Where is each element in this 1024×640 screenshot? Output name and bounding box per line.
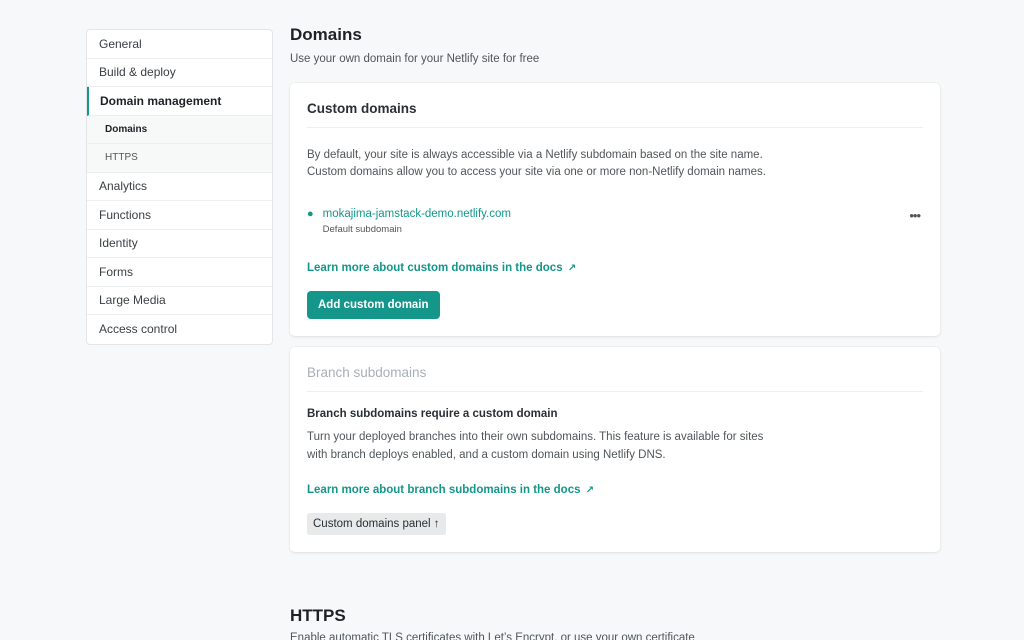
https-section-subtitle: Enable automatic TLS certificates with L… (290, 632, 695, 640)
sidebar-item-forms[interactable]: Forms (87, 258, 272, 287)
sidebar-item-label: Forms (99, 264, 133, 279)
branch-subdomains-card: Branch subdomains Branch subdomains requ… (290, 347, 940, 552)
custom-domains-panel-button[interactable]: Custom domains panel ↑ (307, 513, 446, 535)
branch-subdomains-docs-link[interactable]: Learn more about branch subdomains in th… (307, 484, 594, 496)
domain-label: Default subdomain (322, 224, 402, 235)
add-custom-domain-button[interactable]: Add custom domain (307, 291, 440, 319)
custom-domains-description-line1: By default, your site is always accessib… (307, 149, 763, 161)
custom-domains-description-line2: Custom domains allow you to access your … (307, 166, 766, 178)
page-subtitle: Use your own domain for your Netlify sit… (290, 53, 540, 65)
branch-subdomains-docs-link-label: Learn more about branch subdomains in th… (307, 484, 581, 496)
sidebar-item-general[interactable]: General (87, 30, 272, 59)
branch-subdomains-description-line2: with branch deploys enabled, and a custo… (307, 449, 666, 461)
branch-subdomains-description-line1: Turn your deployed branches into their o… (307, 431, 764, 443)
sidebar-item-domain-management[interactable]: Domain management (87, 87, 272, 116)
external-link-icon: ↗ (567, 263, 577, 274)
sidebar-item-label: General (99, 36, 142, 51)
domain-info: mokajima-jamstack-demo.netlify.com Defau… (323, 206, 511, 235)
more-options-icon[interactable]: ••• (909, 208, 921, 223)
domain-link[interactable]: mokajima-jamstack-demo.netlify.com (323, 206, 511, 222)
sidebar-subitem-domains[interactable]: Domains (87, 115, 272, 144)
sidebar-item-label: Functions (99, 207, 152, 222)
domain-entry: ● mokajima-jamstack-demo.netlify.com Def… (307, 206, 511, 235)
branch-subdomains-heading: Branch subdomains require a custom domai… (307, 408, 558, 420)
sidebar-subitem-label: HTTPS (105, 152, 138, 164)
custom-domains-card: Custom domains By default, your site is … (290, 83, 940, 336)
sidebar-item-label: Access control (99, 322, 178, 337)
sidebar-subitem-https[interactable]: HTTPS (87, 144, 272, 173)
sidebar-item-identity[interactable]: Identity (87, 230, 272, 258)
sidebar-item-label: Domain management (100, 93, 222, 108)
sidebar-item-label: Identity (99, 236, 138, 251)
bullet-icon: ● (307, 208, 314, 220)
sidebar-item-label: Large Media (99, 293, 166, 308)
sidebar-item-access-control[interactable]: Access control (87, 315, 272, 344)
domain-list-item: ● mokajima-jamstack-demo.netlify.com Def… (307, 206, 923, 235)
branch-subdomains-title: Branch subdomains (307, 365, 923, 392)
panel-button-row: Custom domains panel ↑ (307, 513, 923, 535)
add-domain-row: Add custom domain (307, 291, 923, 319)
external-link-icon: ↗ (585, 485, 595, 496)
main-content: Domains Use your own domain for your Net… (290, 25, 940, 563)
custom-domains-docs-link-label: Learn more about custom domains in the d… (307, 262, 563, 274)
sidebar-item-large-media[interactable]: Large Media (87, 287, 272, 315)
sidebar-item-analytics[interactable]: Analytics (87, 173, 272, 201)
sidebar-item-functions[interactable]: Functions (87, 201, 272, 230)
settings-sidebar: General Build & deploy Domain management… (86, 29, 273, 345)
https-section-title: HTTPS (290, 606, 346, 625)
page-title: Domains (290, 25, 362, 44)
custom-domains-description: By default, your site is always accessib… (307, 147, 923, 181)
custom-domains-docs-link[interactable]: Learn more about custom domains in the d… (307, 262, 576, 274)
sidebar-item-build-deploy[interactable]: Build & deploy (87, 59, 272, 87)
sidebar-item-label: Analytics (99, 179, 148, 194)
branch-subdomains-description: Turn your deployed branches into their o… (307, 428, 923, 464)
sidebar-item-label: Build & deploy (99, 65, 176, 80)
sidebar-subitem-label: Domains (105, 123, 148, 135)
custom-domains-title: Custom domains (307, 101, 923, 128)
